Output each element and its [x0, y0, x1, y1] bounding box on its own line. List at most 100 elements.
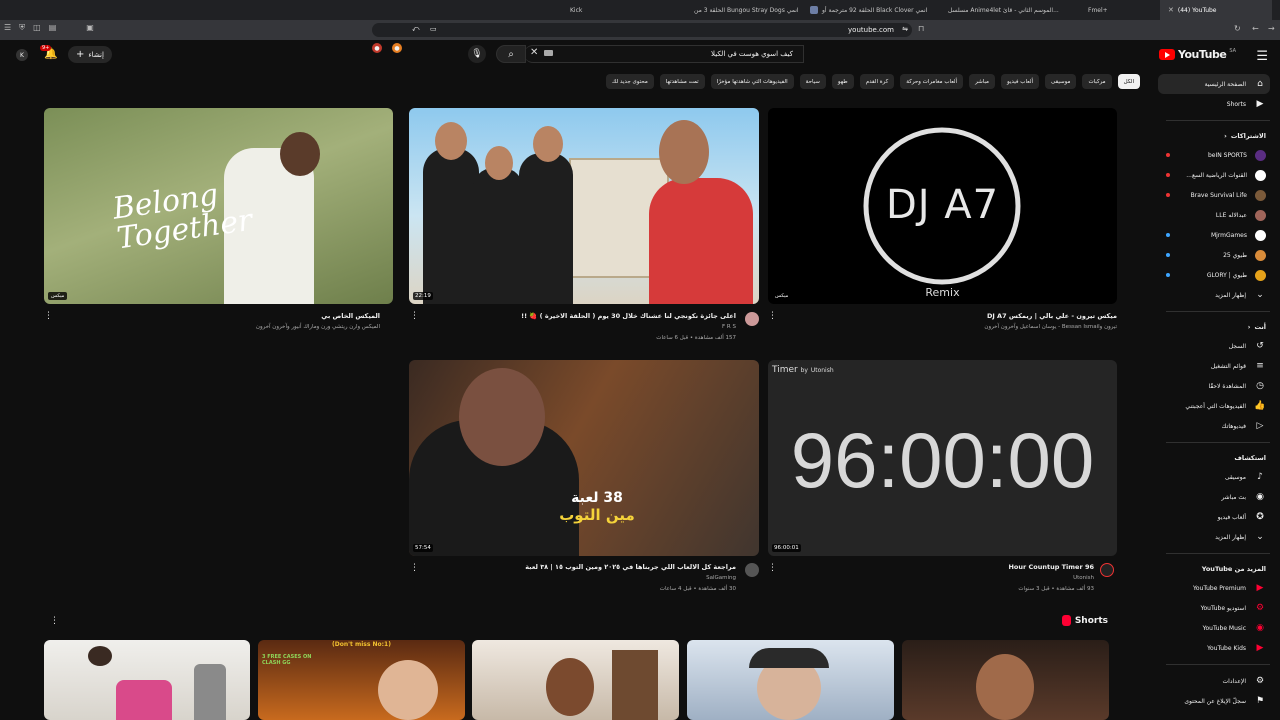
sidebar-item-music[interactable]: ♪ موسيقى [1156, 467, 1280, 487]
video-thumbnail[interactable]: Belong Together ميكس [44, 108, 393, 304]
camera-icon[interactable]: ◫ [33, 23, 41, 33]
chip[interactable]: سياحة [799, 74, 826, 89]
video-channel[interactable]: Utonish [800, 575, 1094, 581]
channel-avatar[interactable] [745, 563, 759, 577]
chip[interactable]: تمت مشاهدتها [659, 74, 705, 89]
chip[interactable]: الفيديوهات التي شاهدتها مؤخرًا [710, 74, 794, 89]
chip-all[interactable]: الكل [1117, 74, 1140, 89]
sidebar-subscription[interactable]: طيوي | GLORY [1156, 265, 1280, 285]
sidebar-item-watch-later[interactable]: ◷ المشاهدة لاحقًا [1156, 376, 1280, 396]
subscriptions-heading[interactable]: الاشتراكات ‹ [1156, 127, 1280, 145]
shield-icon[interactable]: ⛨ [19, 23, 25, 33]
close-icon[interactable]: ✕ [1168, 6, 1174, 14]
site-settings-icon[interactable]: ⇋ [902, 25, 908, 33]
video-thumbnail[interactable]: DJ A7 Remix ميكس [768, 108, 1117, 304]
reload-page-icon[interactable]: ⤺ [412, 25, 419, 34]
chip[interactable]: مركبات [1082, 74, 1112, 89]
chip[interactable]: كرة القدم [859, 74, 895, 89]
more-actions-icon[interactable]: ⋮ [50, 616, 59, 626]
video-channel[interactable]: تيرون وBessan Ismail - يوسان اسماعيل وآخ… [800, 324, 1117, 330]
sidebar-subscription[interactable]: beIN SPORTS [1156, 145, 1280, 165]
chip[interactable]: موسيقى [1045, 74, 1077, 89]
voice-search-button[interactable]: 🎙 [468, 45, 486, 63]
channel-avatar[interactable] [1100, 563, 1114, 577]
sidebar-item-settings[interactable]: ⚙ الإعدادات [1156, 671, 1280, 691]
sidebar-item-shorts[interactable]: ▶ Shorts [1156, 94, 1280, 114]
browser-tab[interactable]: مسلسل Anime4let الموسم الثاني - قائ... [940, 0, 1080, 20]
sidebar-subscription[interactable]: MjrmGames [1156, 225, 1280, 245]
short-thumbnail[interactable] [687, 640, 894, 720]
sidebar-subscription[interactable]: Brave Survival Life [1156, 185, 1280, 205]
video-thumbnail[interactable]: 38 لعبة مين التوب 57:54 [409, 360, 759, 556]
video-title[interactable]: اعلى جائزة نكونجي لنا عشناك خلال 30 يوم … [430, 312, 736, 320]
video-channel[interactable]: SalGaming [430, 575, 736, 581]
bottle-shape [194, 664, 226, 720]
sidebar-show-more[interactable]: ⌄ إظهار المزيد [1156, 285, 1280, 305]
back-icon[interactable]: ← [1252, 24, 1259, 33]
short-promo-text: 3 FREE CASES ON CLASH GG [262, 654, 312, 666]
channel-avatar[interactable] [745, 312, 759, 326]
keyboard-icon[interactable] [544, 50, 553, 56]
browser-tab[interactable]: Fmel+ [1080, 0, 1160, 20]
bookmark-icon[interactable]: ⊓ [918, 24, 924, 33]
more-actions-icon[interactable]: ⋮ [410, 311, 419, 321]
sidebar-subscription[interactable]: طيوي 25 [1156, 245, 1280, 265]
sidebar-item-your-videos[interactable]: ▷ فيديوهاتك [1156, 416, 1280, 436]
video-channel[interactable]: F R S [430, 324, 736, 330]
chip[interactable]: ألعاب مغامرات وحركة [900, 74, 964, 89]
video-title[interactable]: الميكس الخاص بي [70, 312, 380, 320]
forward-icon[interactable]: → [1268, 24, 1275, 33]
sidebar-explore-show-more[interactable]: ⌄ إظهار المزيد [1156, 527, 1280, 547]
short-thumbnail[interactable] [472, 640, 679, 720]
browser-tab[interactable]: الحلقة 92 مترجمة أو Black Clover انمي [802, 0, 940, 20]
sidebar-item-playlists[interactable]: ≡ قوائم التشغيل [1156, 356, 1280, 376]
chip[interactable]: طهو [831, 74, 854, 89]
sidebar-item-gaming[interactable]: ✪ ألعاب فيديو [1156, 507, 1280, 527]
chip[interactable]: ألعاب فيديو [1001, 74, 1040, 89]
browser-tab[interactable]: Kick [562, 0, 682, 20]
youtube-logo[interactable]: YouTube SA [1159, 48, 1236, 61]
sidebar-item-studio[interactable]: ⚙ استوديو YouTube [1156, 598, 1280, 618]
video-channel[interactable]: الميكس وارن ريتشي ورن وماراك أنيور وآخرو… [70, 324, 380, 330]
video-thumbnail[interactable]: Timer by Utonish 96:00:00 96:00:01 [768, 360, 1117, 556]
address-bar[interactable]: ⤺ ▭ youtube.com ⇋ [372, 23, 912, 37]
chip[interactable]: مباشر [969, 74, 996, 89]
menu-icon[interactable]: ☰ [4, 23, 11, 33]
short-thumbnail[interactable] [44, 640, 250, 720]
video-title[interactable]: مراجعة كل الالعاب اللي جربناها في ٢٠٢٥ و… [430, 563, 736, 571]
reload-icon[interactable]: ↻ [1234, 24, 1241, 33]
sidebar-icon[interactable]: ▣ [86, 23, 94, 33]
screen-icon[interactable]: ▭ [430, 25, 437, 33]
sidebar-item-report-history[interactable]: ⚑ سجلّ الإبلاغ عن المحتوى [1156, 691, 1280, 711]
video-thumbnail[interactable]: 22:19 [409, 108, 759, 304]
short-thumbnail[interactable] [902, 640, 1109, 720]
chip[interactable]: محتوى جديد لك [605, 74, 654, 89]
video-title[interactable]: ميكس تيرون - علي بالي | ريمكس DJ A7 [800, 312, 1117, 320]
sidebar-item-premium[interactable]: ▶ YouTube Premium [1156, 578, 1280, 598]
create-button[interactable]: + إنشاء [68, 46, 112, 63]
more-actions-icon[interactable]: ⋮ [768, 563, 777, 573]
more-actions-icon[interactable]: ⋮ [44, 311, 53, 321]
sidebar-item-kids[interactable]: ▶ YouTube Kids [1156, 638, 1280, 658]
account-avatar[interactable]: K [16, 49, 28, 61]
browser-tab[interactable]: الحلقة 3 من Bungou Stray Dogs انمي [682, 0, 802, 20]
sidebar-subscription[interactable]: عبدالاله LLE [1156, 205, 1280, 225]
window-icon[interactable]: ▤ [49, 23, 57, 33]
sidebar-subscription[interactable]: القنوات الرياضية السع... [1156, 165, 1280, 185]
clear-search-icon[interactable]: ✕ [530, 47, 538, 58]
more-actions-icon[interactable]: ⋮ [768, 311, 777, 321]
sidebar-item-home[interactable]: ⌂ الصفحة الرئيسية [1158, 74, 1270, 94]
guide-menu-icon[interactable]: ☰ [1256, 49, 1268, 64]
search-input[interactable]: كيف اسوي هوست في الكيلا [524, 45, 804, 63]
short-thumbnail[interactable]: (Don't miss No:1) 3 FREE CASES ON CLASH … [258, 640, 465, 720]
sidebar-item-history[interactable]: ↺ السجل [1156, 336, 1280, 356]
sidebar-item-liked[interactable]: 👍 الفيديوهات التي أعجبتني [1156, 396, 1280, 416]
person-shape [649, 178, 753, 304]
you-heading[interactable]: أنت ‹ [1156, 318, 1280, 336]
more-actions-icon[interactable]: ⋮ [410, 563, 419, 573]
browser-tab-youtube[interactable]: ✕ (44) YouTube [1160, 0, 1272, 20]
sidebar-item-live[interactable]: ◉ بث مباشر [1156, 487, 1280, 507]
video-title[interactable]: 96 Hour Countup Timer [800, 563, 1094, 571]
search-button[interactable]: ⌕ [496, 45, 526, 63]
sidebar-item-music-app[interactable]: ◉ YouTube Music [1156, 618, 1280, 638]
